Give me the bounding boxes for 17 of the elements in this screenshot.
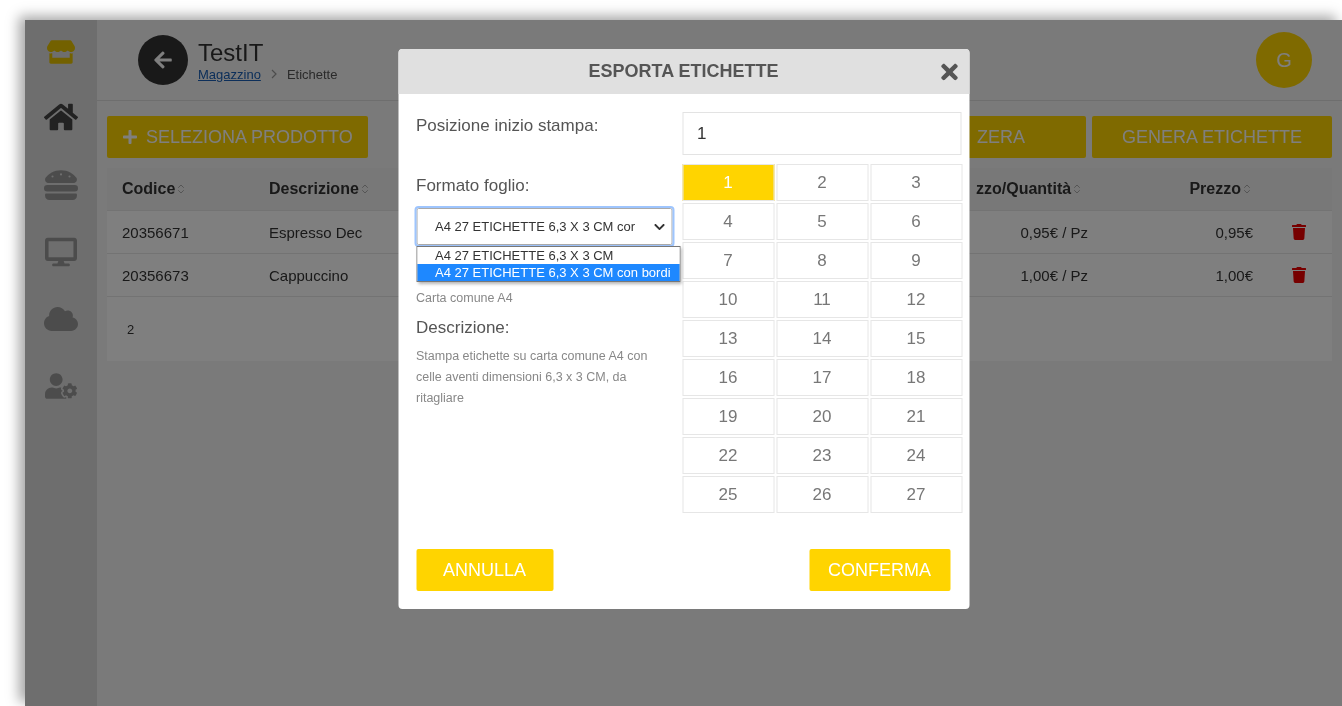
table-cell: 20356671	[122, 223, 189, 241]
table-cell: 0,95€	[1215, 223, 1253, 241]
table-cell: Espresso Dec	[269, 223, 363, 241]
table-cell: Cappuccino	[269, 266, 349, 284]
row-count: 2	[127, 321, 135, 337]
table-cell: 20356673	[122, 266, 189, 284]
section-label: Descrizione:	[416, 318, 511, 338]
page-title: TestIT	[198, 38, 265, 67]
table-cell: 1,00€ / Pz	[1020, 266, 1088, 284]
breadcrumb-current: Etichette	[286, 66, 338, 82]
dialog-title: ESPORTA ETICHETTE	[588, 61, 779, 82]
field-label: Posizione inizio stampa:	[416, 116, 600, 136]
paper-text: Carta comune A4	[416, 290, 514, 307]
description-text: Stampa etichette su carta comune A4 con celle aventi dimensioni 6,3 x 3 CM, da ritagliare	[416, 348, 649, 407]
table-cell: 0,95€ / Pz	[1020, 223, 1088, 241]
field-label: Formato foglio:	[416, 176, 531, 196]
table-cell: 1,00€	[1215, 266, 1253, 284]
